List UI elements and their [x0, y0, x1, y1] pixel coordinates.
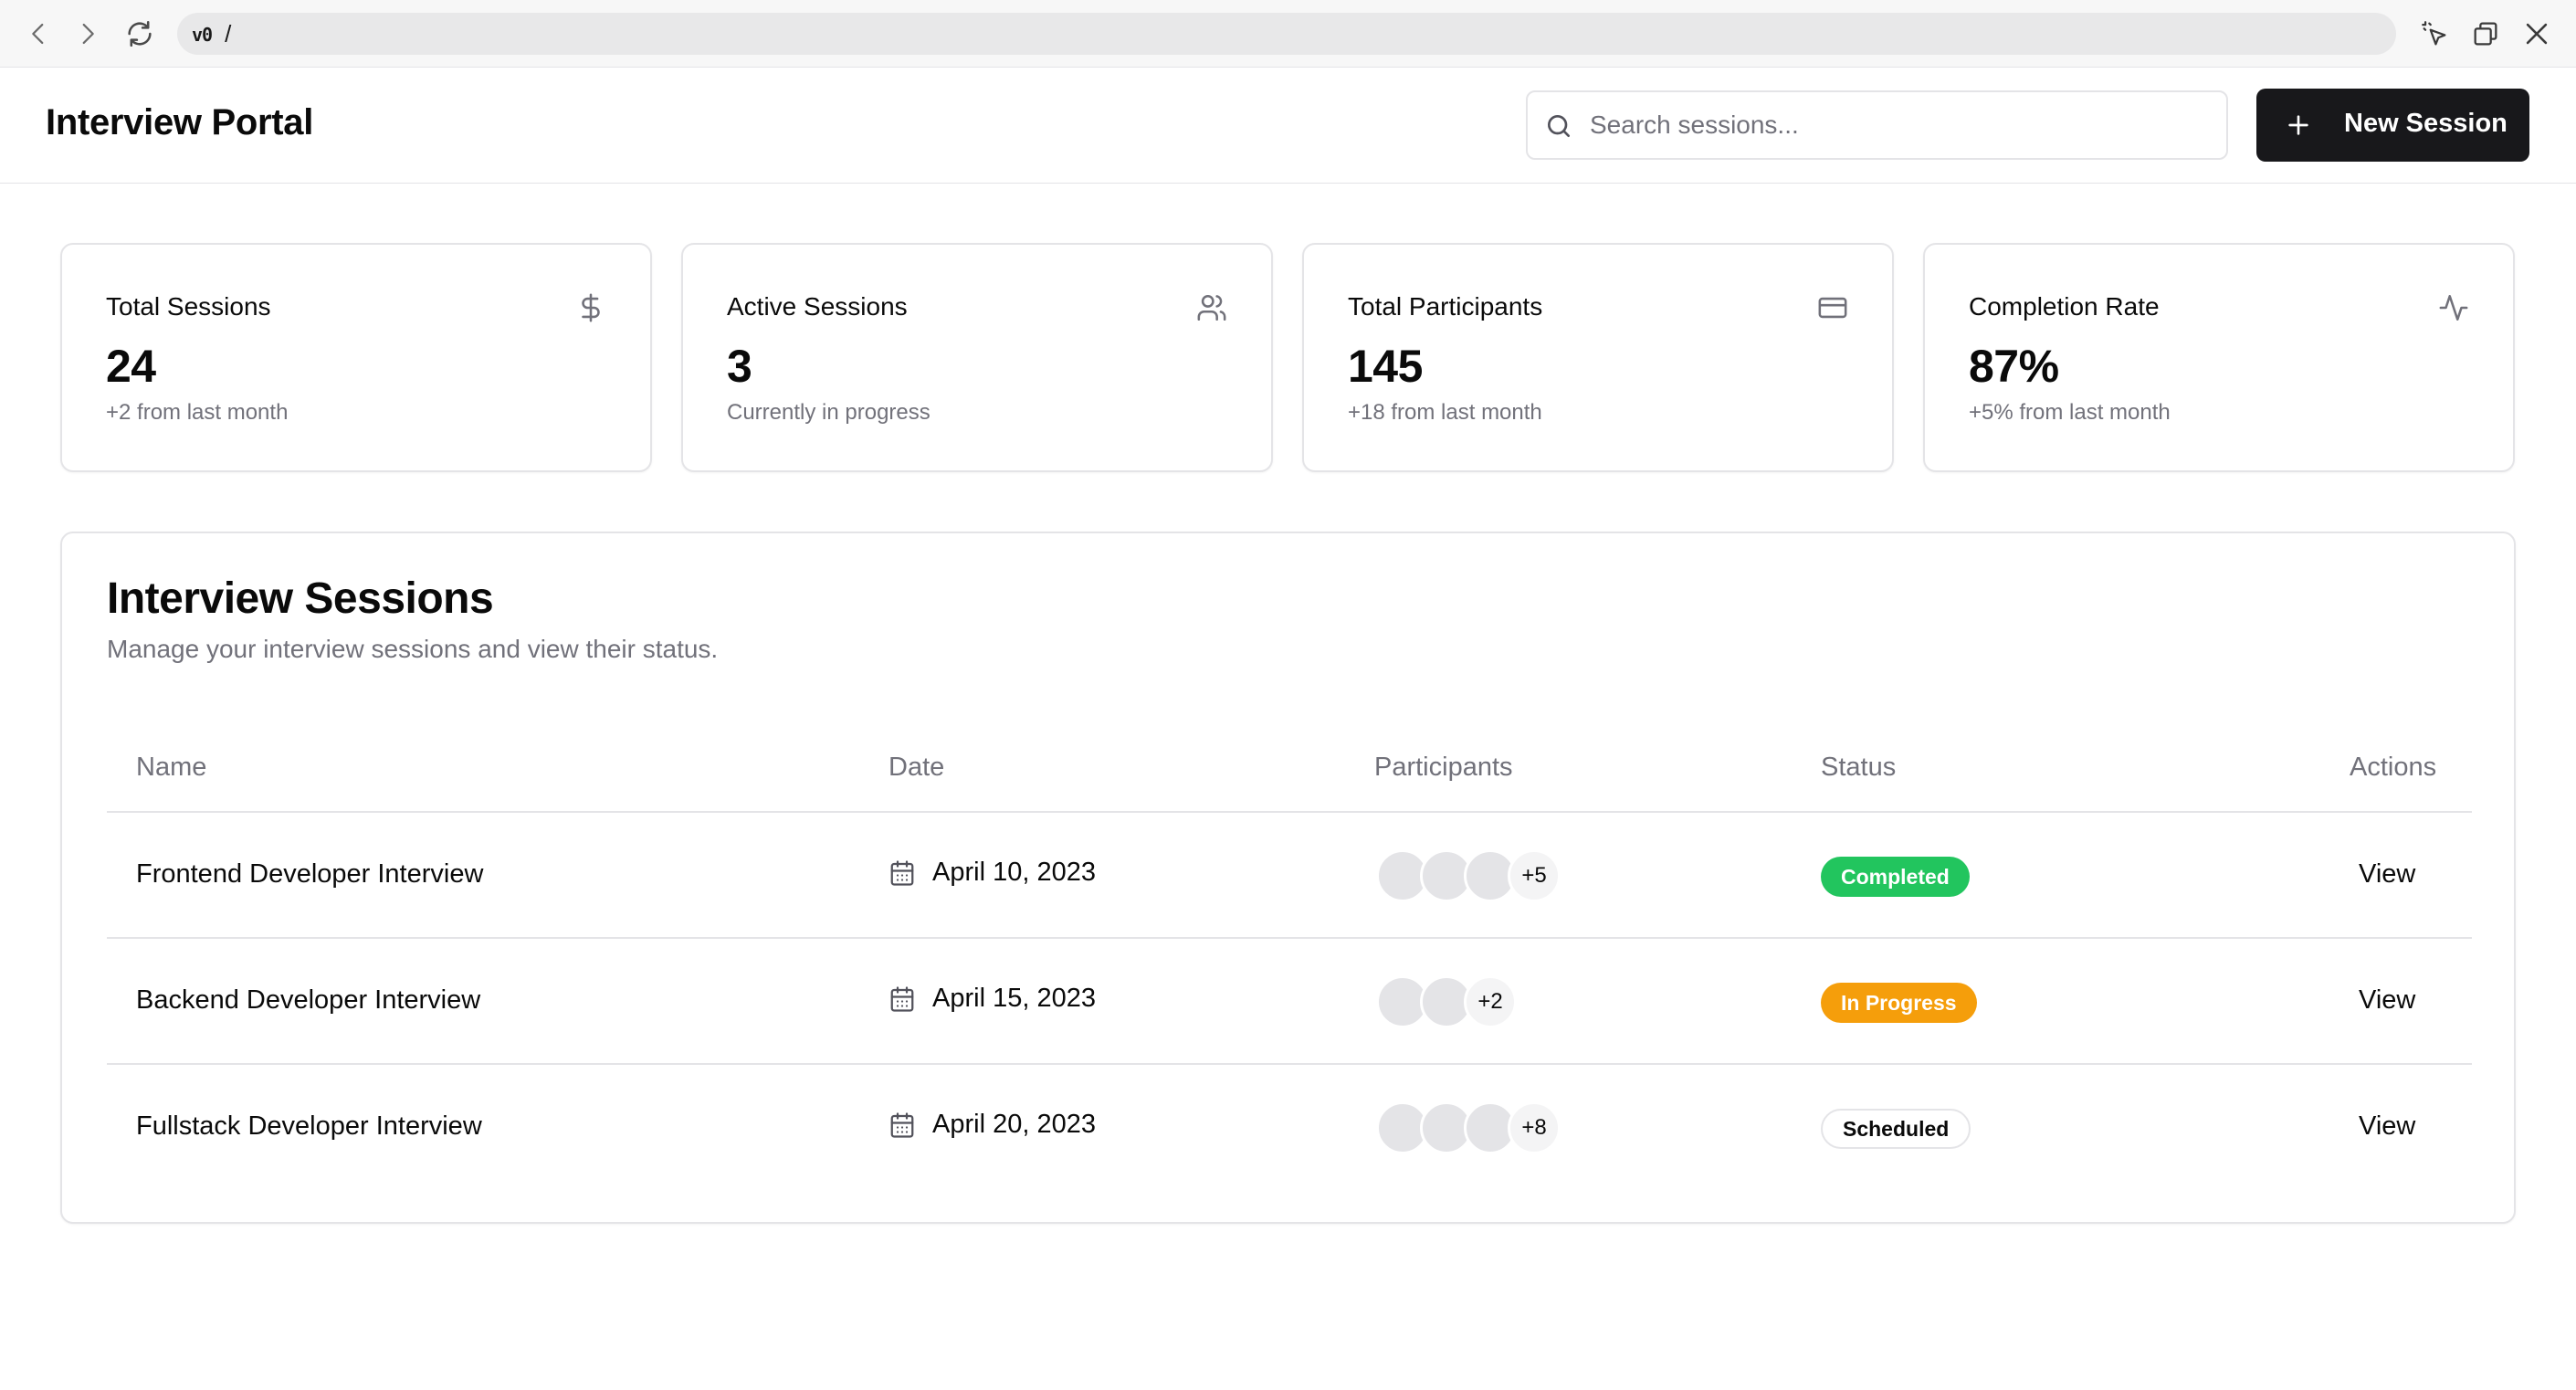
stat-card-total-participants: Total Participants 145 +18 from last mon…	[1302, 243, 1894, 472]
session-date-text: April 20, 2023	[932, 1110, 1096, 1139]
column-header-actions: Actions	[2350, 753, 2437, 782]
session-date: April 10, 2023	[888, 858, 1096, 888]
cursor-select-icon[interactable]	[2418, 17, 2451, 50]
stat-title: Total Sessions	[106, 292, 271, 321]
stat-title: Completion Rate	[1969, 292, 2160, 321]
view-button[interactable]: View	[2359, 859, 2415, 890]
interview-sessions-card: Interview Sessions Manage your interview…	[60, 532, 2516, 1224]
calendar-icon	[890, 1111, 914, 1138]
browser-toolbar: v0 /	[0, 0, 2576, 68]
activity-icon	[2439, 294, 2468, 321]
forward-icon[interactable]	[71, 17, 104, 50]
search-icon	[1548, 114, 1570, 137]
table-row: Fullstack Developer Interview April 20, …	[107, 1065, 2472, 1191]
avatar-overflow-count: +2	[1464, 975, 1517, 1028]
dollar-sign-icon	[582, 293, 600, 322]
users-icon	[1197, 294, 1226, 321]
stat-subtext: +18 from last month	[1348, 400, 1542, 425]
credit-card-icon	[1818, 297, 1847, 319]
stat-value: 145	[1348, 341, 1423, 392]
new-session-label: New Session	[2344, 109, 2508, 138]
avatar-overflow-count: +8	[1508, 1101, 1561, 1154]
stat-value: 3	[727, 341, 752, 392]
popout-icon[interactable]	[2469, 17, 2502, 50]
avatar-overflow-count: +5	[1508, 849, 1561, 902]
search-input[interactable]	[1588, 100, 2209, 151]
plus-icon	[2288, 115, 2308, 135]
session-date: April 15, 2023	[888, 984, 1096, 1014]
status-badge: Completed	[1821, 857, 1970, 897]
stat-subtext: Currently in progress	[727, 400, 931, 425]
search-box[interactable]	[1526, 90, 2228, 160]
reload-icon[interactable]	[123, 17, 156, 50]
session-date: April 20, 2023	[888, 1110, 1096, 1140]
view-button[interactable]: View	[2359, 1111, 2415, 1142]
stat-title: Active Sessions	[727, 292, 908, 321]
calendar-icon	[890, 985, 914, 1012]
stat-value: 87%	[1969, 341, 2059, 392]
session-name: Fullstack Developer Interview	[136, 1111, 482, 1141]
sessions-description: Manage your interview sessions and view …	[107, 635, 719, 663]
sessions-table: Name Date Participants Status Actions Fr…	[107, 729, 2472, 1191]
table-header: Name Date Participants Status Actions	[107, 729, 2472, 813]
column-header-date: Date	[888, 753, 945, 782]
app-header: Interview Portal New Session	[0, 68, 2576, 184]
v0-logo: v0	[192, 24, 213, 46]
stat-value: 24	[106, 341, 156, 392]
stat-title: Total Participants	[1348, 292, 1543, 321]
stat-card-total-sessions: Total Sessions 24 +2 from last month	[60, 243, 652, 472]
session-name: Backend Developer Interview	[136, 985, 481, 1015]
column-header-participants: Participants	[1374, 753, 1513, 782]
app-title: Interview Portal	[46, 102, 314, 142]
view-button[interactable]: View	[2359, 985, 2415, 1016]
close-icon[interactable]	[2520, 17, 2553, 50]
table-row: Backend Developer Interview April 15, 20…	[107, 939, 2472, 1065]
stat-card-completion-rate: Completion Rate 87% +5% from last month	[1923, 243, 2515, 472]
status-badge: Scheduled	[1821, 1109, 1971, 1149]
status-badge: In Progress	[1821, 983, 1977, 1023]
stat-card-active-sessions: Active Sessions 3 Currently in progress	[681, 243, 1273, 472]
column-header-status: Status	[1821, 753, 1897, 782]
session-date-text: April 15, 2023	[932, 984, 1096, 1013]
stat-subtext: +5% from last month	[1969, 400, 2171, 425]
session-date-text: April 10, 2023	[932, 858, 1096, 887]
new-session-button[interactable]: New Session	[2256, 89, 2529, 162]
address-bar[interactable]: v0 /	[177, 13, 2396, 55]
back-icon[interactable]	[22, 17, 55, 50]
session-name: Frontend Developer Interview	[136, 859, 484, 889]
table-row: Frontend Developer Interview April 10, 2…	[107, 813, 2472, 939]
sessions-title: Interview Sessions	[107, 574, 494, 623]
stat-subtext: +2 from last month	[106, 400, 289, 425]
column-header-name: Name	[136, 753, 207, 782]
address-path: /	[225, 19, 232, 47]
calendar-icon	[890, 859, 914, 886]
